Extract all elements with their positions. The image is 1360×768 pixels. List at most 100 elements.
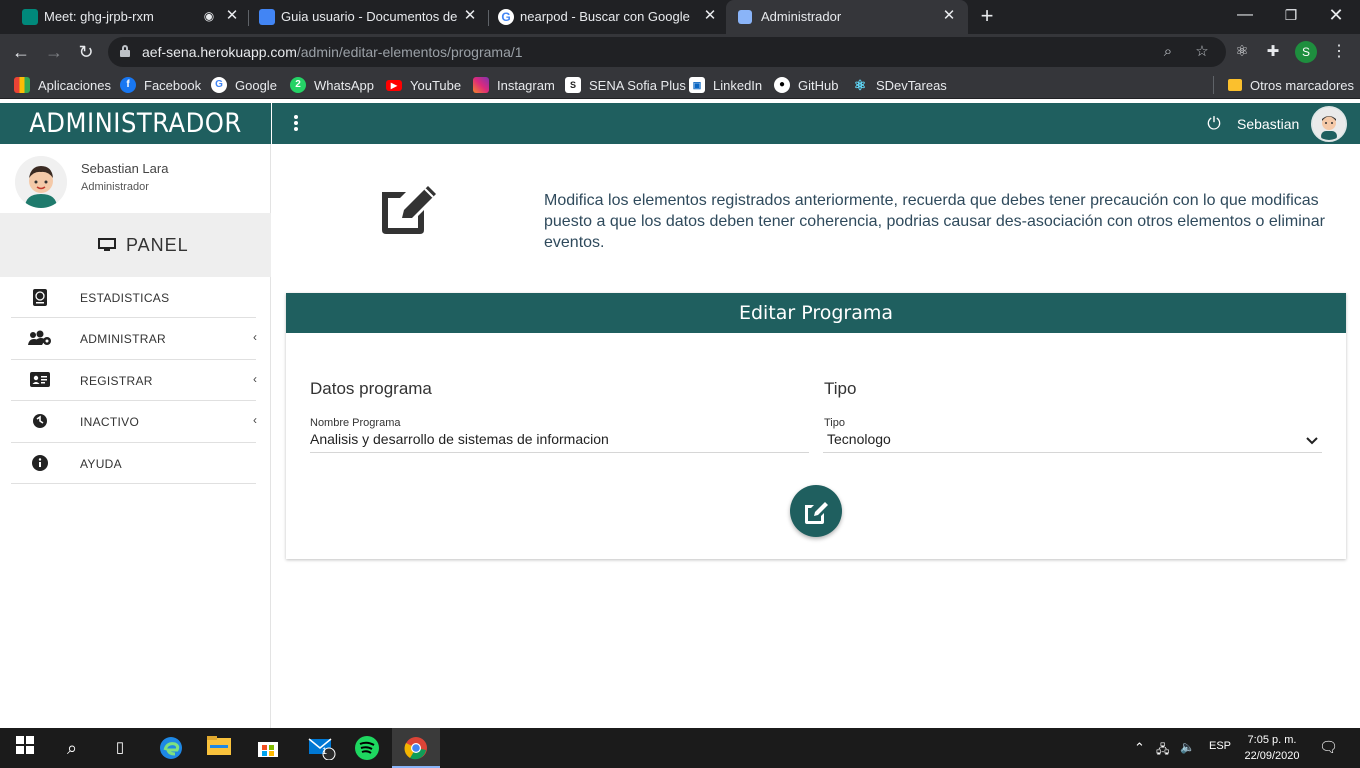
bookmark-apps[interactable]: Aplicaciones (14, 76, 111, 94)
bookmark-sdevtareas[interactable]: ⚛ SDevTareas (852, 76, 947, 94)
bookmark-separator (1213, 76, 1214, 94)
address-bar[interactable]: aef-sena.herokuapp.com/admin/editar-elem… (108, 37, 1226, 67)
chrome-icon[interactable] (404, 736, 428, 760)
taskbar-clock[interactable]: 7:05 p. m. 22/09/2020 (1240, 732, 1304, 764)
sidebar-item-registrar[interactable]: REGISTRAR ‹ (11, 360, 257, 402)
sidebar-toggle-icon[interactable] (294, 115, 300, 133)
edge-icon[interactable] (159, 736, 183, 760)
bookmark-other[interactable]: Otros marcadores (1228, 76, 1354, 94)
react-devtools-icon[interactable]: ⚛ (1231, 41, 1253, 63)
power-icon[interactable]: ⏻ (1204, 114, 1224, 134)
zoom-icon[interactable]: ⌕ (1158, 42, 1178, 62)
apps-grid-icon (14, 77, 30, 93)
edit-icon (805, 502, 828, 524)
chevron-down-icon (1306, 431, 1318, 451)
spotify-icon[interactable] (355, 736, 379, 760)
minimize-icon[interactable]: — (1234, 4, 1256, 26)
id-card-icon (30, 371, 50, 390)
app-header: ⏻ Sebastian (272, 103, 1360, 144)
section-tipo: Tipo (824, 379, 857, 398)
network-icon[interactable]: 🖧 (1156, 740, 1169, 761)
facebook-icon: f (120, 77, 136, 93)
profile-avatar[interactable]: S (1295, 41, 1317, 63)
sidebar-item-inactivo[interactable]: INACTIVO ‹ (11, 401, 257, 443)
forward-icon[interactable]: → (43, 41, 65, 63)
type-select-value: Tecnologo (827, 431, 891, 447)
folder-icon (1228, 79, 1242, 91)
chevron-left-icon: ‹ (253, 371, 257, 386)
panel-header[interactable]: PANEL (0, 213, 271, 277)
windows-start-icon[interactable] (13, 736, 37, 760)
page-icon (738, 10, 752, 24)
mail-badge: 1 (322, 746, 328, 756)
sidebar-item-label: INACTIVO (80, 415, 140, 430)
instagram-icon (473, 77, 489, 93)
users-cog-icon (27, 330, 53, 348)
browser-toolbar: ← → ↻ aef-sena.herokuapp.com/admin/edita… (0, 34, 1360, 70)
sidebar-user-role: Administrador (81, 181, 149, 193)
new-tab-button[interactable]: + (977, 5, 997, 27)
clock-time: 7:05 p. m. (1247, 734, 1297, 746)
save-edit-button[interactable] (790, 485, 842, 537)
close-tab-icon[interactable]: ✕ (701, 7, 719, 25)
language-indicator[interactable]: ESP (1209, 740, 1231, 752)
chevron-left-icon: ‹ (253, 413, 257, 428)
back-icon[interactable]: ← (10, 41, 32, 63)
recording-icon: ◉ (203, 9, 215, 23)
tray-expand-icon[interactable]: ⌃ (1134, 740, 1145, 756)
google-icon: G (211, 77, 227, 93)
lock-icon (120, 45, 130, 57)
sidebar-item-ayuda[interactable]: AYUDA (11, 443, 256, 484)
volume-icon[interactable]: 🔈 (1180, 740, 1195, 754)
tab-administrador[interactable]: Administrador ✕ (726, 0, 968, 34)
tab-google[interactable]: G nearpod - Buscar con Google ✕ (476, 0, 728, 34)
type-select[interactable]: Tecnologo (823, 429, 1322, 453)
clock-date: 22/09/2020 (1244, 750, 1300, 762)
store-icon[interactable] (256, 736, 280, 760)
bookmark-youtube[interactable]: ▶ YouTube (386, 76, 461, 94)
sidebar-item-administrar[interactable]: ADMINISTRAR ‹ (11, 318, 257, 360)
mail-icon[interactable]: 1 (305, 736, 339, 761)
linkedin-icon: ▣ (689, 77, 705, 93)
bookmark-google[interactable]: G Google (211, 76, 277, 94)
bookmark-sena[interactable]: S SENA Sofia Plus (565, 76, 686, 94)
bookmark-instagram[interactable]: Instagram (473, 76, 555, 94)
sidebar-menu: ESTADISTICAS ADMINISTRAR ‹ REGISTRAR ‹ I… (11, 277, 257, 484)
name-field-label: Nombre Programa (310, 417, 401, 429)
notifications-icon[interactable]: 🗨 (1319, 738, 1338, 756)
header-username: Sebastian (1237, 116, 1300, 132)
file-explorer-icon[interactable] (207, 736, 231, 760)
search-icon[interactable]: ⌕ (60, 736, 84, 760)
program-name-input[interactable]: Analisis y desarrollo de sistemas de inf… (310, 429, 809, 453)
menu-icon[interactable]: ⋮ (1328, 41, 1350, 63)
restore-icon[interactable]: ❐ (1280, 4, 1302, 26)
inactive-icon (30, 413, 50, 431)
tab-meet[interactable]: Meet: ghg-jrpb-rxm ◉ ✕ (0, 0, 248, 34)
bookmark-linkedin[interactable]: ▣ LinkedIn (689, 76, 762, 94)
github-icon: ● (774, 77, 790, 93)
close-window-icon[interactable]: ✕ (1325, 4, 1347, 26)
tab-title: Administrador (761, 9, 842, 24)
main-content: Modifica los elementos registrados anter… (272, 144, 1360, 728)
task-view-icon[interactable]: ▯ (108, 736, 132, 760)
extensions-icon[interactable]: ✚ (1262, 41, 1284, 63)
bookmark-github[interactable]: ● GitHub (774, 76, 838, 94)
app-brand: ADMINISTRADOR (0, 103, 271, 144)
sidebar-item-label: AYUDA (80, 456, 122, 471)
bookmark-whatsapp[interactable]: 2 WhatsApp (290, 76, 374, 94)
tab-docs[interactable]: Guia usuario - Documentos de Go ✕ (237, 0, 489, 34)
sidebar-user-name: Sebastian Lara (81, 161, 169, 176)
browser-tabstrip: Meet: ghg-jrpb-rxm ◉ ✕ Guia usuario - Do… (0, 0, 1360, 34)
avatar (15, 156, 67, 208)
sidebar-item-estadisticas[interactable]: ESTADISTICAS (11, 277, 256, 319)
sidebar: Sebastian Lara Administrador PANEL ESTAD… (0, 144, 271, 728)
close-tab-icon[interactable]: ✕ (940, 7, 958, 25)
bookmark-facebook[interactable]: f Facebook (120, 76, 201, 94)
bookmark-star-icon[interactable]: ☆ (1192, 42, 1212, 62)
reload-icon[interactable]: ↻ (75, 41, 97, 63)
header-avatar[interactable] (1311, 106, 1347, 142)
react-icon: ⚛ (853, 77, 867, 93)
youtube-icon: ▶ (386, 79, 402, 91)
bookmarks-bar: Aplicaciones f Facebook G Google 2 WhatsApp… (0, 70, 1360, 99)
google-icon: G (498, 9, 514, 25)
